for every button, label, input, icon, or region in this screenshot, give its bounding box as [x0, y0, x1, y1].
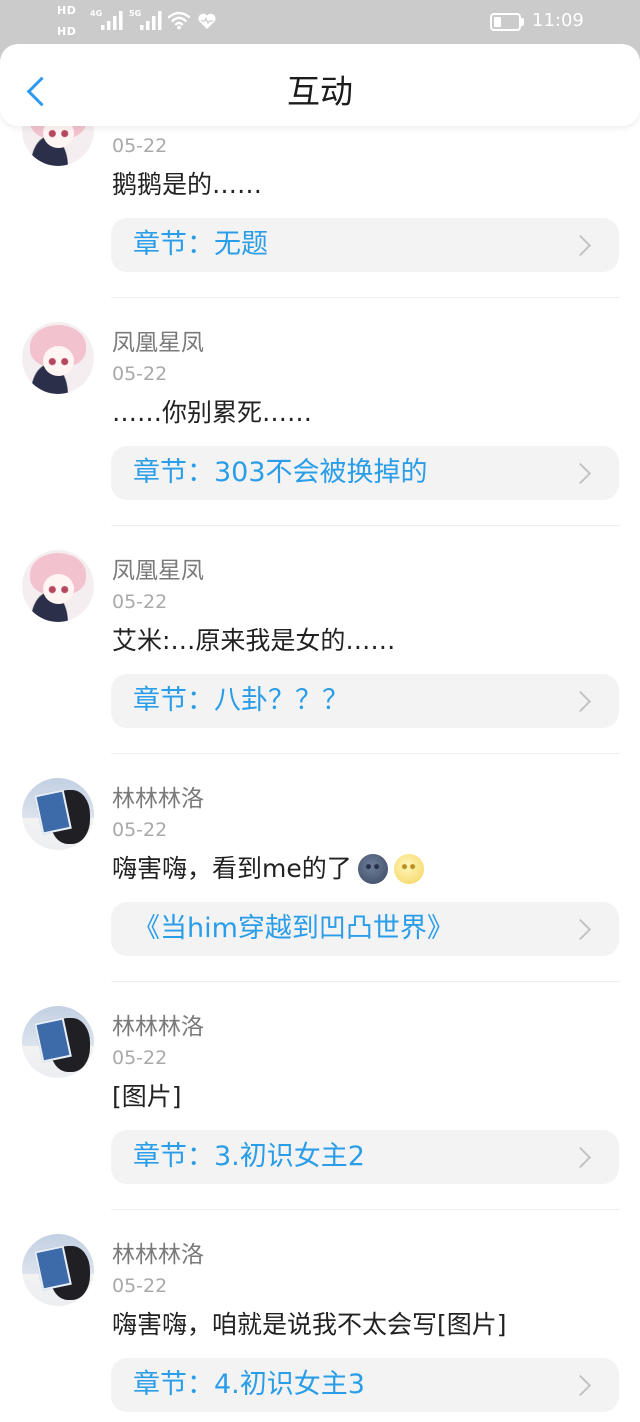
avatar[interactable] [22, 778, 94, 850]
avatar[interactable] [22, 322, 94, 394]
heart-icon [198, 13, 216, 29]
chevron-right-icon [569, 1146, 592, 1169]
book-link-label: 《当him穿越到凹凸世界》 [133, 913, 454, 944]
user-name[interactable]: 林林林洛 [112, 1013, 204, 1041]
divider [111, 525, 620, 526]
user-name[interactable]: 凤凰星凤 [112, 329, 204, 357]
chevron-right-icon [569, 1374, 592, 1397]
divider [111, 981, 620, 982]
comment-item: 林林林洛 05-22 [图片] 章节：3.初识女主2 [0, 1006, 640, 1234]
battery-cap [521, 18, 524, 26]
comment-text: 鹅鹅是的…… [112, 170, 262, 200]
comment-date: 05-22 [112, 1275, 168, 1297]
comment-item: 凤凰星凤 05-22 艾米:…原来我是女的…… 章节：八卦？？？ [0, 550, 640, 778]
clock: 11:09 [532, 10, 584, 31]
comment-text: 嗨害嗨，咱就是说我不太会写[图片] [112, 1310, 507, 1340]
interaction-list[interactable]: 05-22 鹅鹅是的…… 章节：无题 凤凰星凤 05-22 ……你别累死…… 章… [0, 94, 640, 1422]
top-app-bar: 互动 [0, 44, 640, 126]
comment-date: 05-22 [112, 1047, 168, 1069]
user-name[interactable]: 凤凰星凤 [112, 557, 204, 585]
comment-text-content: ……你别累死…… [112, 398, 313, 427]
divider [111, 753, 620, 754]
chevron-right-icon [569, 690, 592, 713]
chapter-link-label: 章节：4.初识女主3 [133, 1369, 365, 1400]
battery-icon [490, 13, 521, 31]
chapter-link-label: 章节：3.初识女主2 [133, 1141, 365, 1172]
user-name[interactable]: 林林林洛 [112, 785, 204, 813]
signal-bars-icon [140, 11, 162, 30]
chapter-link-label: 章节：无题 [133, 229, 268, 260]
comment-text: 艾米:…原来我是女的…… [112, 626, 395, 656]
comment-item: 05-22 鹅鹅是的…… 章节：无题 [0, 94, 640, 322]
avatar[interactable] [22, 550, 94, 622]
chevron-right-icon [569, 234, 592, 257]
chevron-right-icon [569, 918, 592, 941]
comment-item: 林林林洛 05-22 嗨害嗨，看到me的了 《当him穿越到凹凸世界》 [0, 778, 640, 1006]
new-moon-face-icon [357, 854, 388, 884]
hd-voice-indicator: HD [57, 4, 77, 17]
page-title: 互动 [287, 72, 353, 111]
comment-text-content: [图片] [112, 1082, 182, 1111]
comment-text: ……你别累死…… [112, 398, 312, 428]
comment-text: 嗨害嗨，看到me的了 [112, 854, 424, 884]
avatar[interactable] [22, 1234, 94, 1306]
avatar[interactable] [22, 1006, 94, 1078]
chapter-link-label: 章节：303不会被换掉的 [133, 457, 428, 488]
comment-item: 林林林洛 05-22 嗨害嗨，咱就是说我不太会写[图片] 章节：4.初识女主3 [0, 1234, 640, 1422]
book-link[interactable]: 《当him穿越到凹凸世界》 [111, 902, 619, 956]
chapter-link[interactable]: 章节：4.初识女主3 [111, 1358, 619, 1412]
user-name[interactable]: 林林林洛 [112, 1241, 204, 1269]
divider [111, 297, 620, 298]
chapter-link[interactable]: 章节：八卦？？？ [111, 674, 619, 728]
wifi-icon [167, 11, 191, 30]
chevron-right-icon [569, 462, 592, 485]
comment-text-content: 艾米:…原来我是女的…… [112, 626, 396, 655]
hd-voice-indicator: HD [57, 25, 77, 38]
comment-text-content: 鹅鹅是的…… [112, 170, 263, 199]
chapter-link[interactable]: 章节：303不会被换掉的 [111, 446, 619, 500]
chapter-link[interactable]: 章节：无题 [111, 218, 619, 272]
comment-text: [图片] [112, 1082, 182, 1112]
comment-text-content: 嗨害嗨，看到me的了 [112, 854, 352, 883]
comment-date: 05-22 [112, 135, 168, 157]
comment-date: 05-22 [112, 363, 168, 385]
divider [111, 1209, 620, 1210]
comment-date: 05-22 [112, 819, 168, 841]
chapter-link-label: 章节：八卦？？？ [133, 685, 349, 716]
comment-text-content: 嗨害嗨，咱就是说我不太会写[图片] [112, 1310, 507, 1339]
full-moon-face-icon [393, 854, 424, 884]
comment-date: 05-22 [112, 591, 168, 613]
comment-item: 凤凰星凤 05-22 ……你别累死…… 章节：303不会被换掉的 [0, 322, 640, 550]
battery-fill [494, 17, 501, 27]
signal-bars-icon [101, 11, 123, 30]
chapter-link[interactable]: 章节：3.初识女主2 [111, 1130, 619, 1184]
